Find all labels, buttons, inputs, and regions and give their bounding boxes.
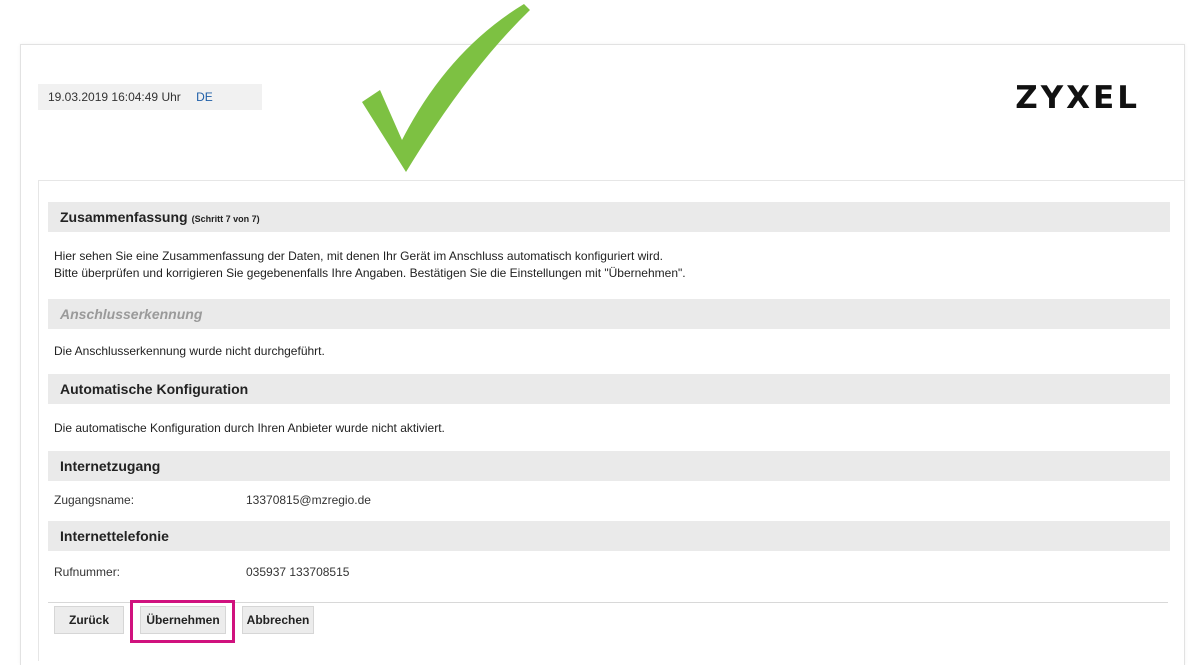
anschluss-text: Die Anschlusserkennung wurde nicht durch… xyxy=(54,344,325,358)
zyxel-logo: ZYXEL xyxy=(1015,80,1140,116)
autoconfig-text: Die automatische Konfiguration durch Ihr… xyxy=(54,421,445,435)
telephony-header: Internettelefonie xyxy=(48,521,1170,551)
green-checkmark-icon xyxy=(362,4,530,172)
apply-button-highlight xyxy=(130,600,235,643)
autoconfig-title: Automatische Konfiguration xyxy=(60,381,249,397)
access-name-label: Zugangsname: xyxy=(54,493,135,507)
phone-number-label: Rufnummer: xyxy=(54,565,121,579)
datetime-text: 19.03.2019 16:04:49 Uhr xyxy=(48,90,181,104)
step-indicator: (Schritt 7 von 7) xyxy=(191,214,260,224)
anschluss-header: Anschlusserkennung xyxy=(48,299,1170,329)
phone-number-value: 035937 133708515 xyxy=(246,565,350,579)
access-name-value: 13370815@mzregio.de xyxy=(246,493,371,507)
summary-title: Zusammenfassung xyxy=(60,209,188,225)
internet-header: Internetzugang xyxy=(48,451,1170,481)
anschluss-title: Anschlusserkennung xyxy=(60,306,203,322)
cancel-button[interactable]: Abbrechen xyxy=(242,606,314,634)
summary-text-line1: Hier sehen Sie eine Zusammenfassung der … xyxy=(54,249,663,263)
summary-header: Zusammenfassung (Schritt 7 von 7) xyxy=(48,202,1170,232)
language-selector[interactable]: DE xyxy=(196,90,213,104)
back-button[interactable]: Zurück xyxy=(54,606,124,634)
internet-title: Internetzugang xyxy=(60,458,161,474)
autoconfig-header: Automatische Konfiguration xyxy=(48,374,1170,404)
summary-text-line2: Bitte überprüfen und korrigieren Sie geg… xyxy=(54,266,686,280)
datetime-bar: 19.03.2019 16:04:49 Uhr DE xyxy=(38,84,262,110)
telephony-title: Internettelefonie xyxy=(60,528,169,544)
